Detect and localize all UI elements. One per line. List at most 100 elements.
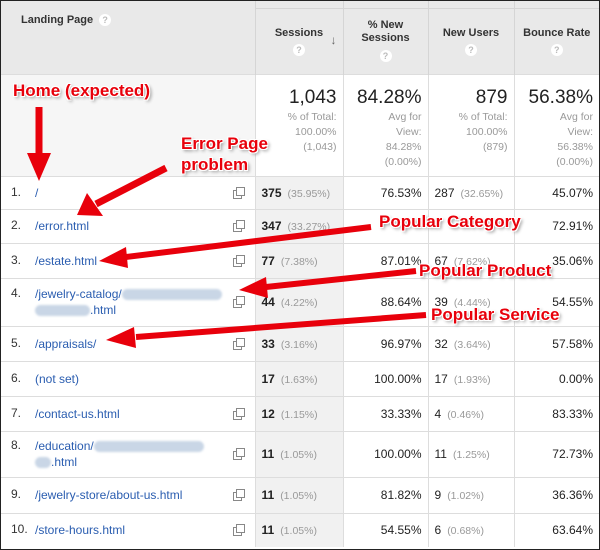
bounce-rate-cell: 72.91% [513, 208, 599, 243]
open-page-icon[interactable] [232, 254, 245, 267]
help-icon[interactable]: ? [99, 14, 112, 26]
bounce-rate-cell: 83.33% [513, 395, 599, 431]
table-row: 10. /store-hours.html 11 (1.05%) 54.55% 6(… [1, 512, 599, 547]
landing-page-cell: 9. /jewelry-store/about-us.html [1, 476, 255, 513]
header-sessions[interactable]: Sessions? ↓ [254, 1, 343, 74]
pct-new-sessions-cell: 100.00% [342, 360, 428, 396]
sessions-cell: 12 (1.15%) [254, 395, 343, 431]
pct-new-sessions-cell: 96.97% [342, 325, 428, 361]
new-users-cell: 17 (1.93%) [427, 360, 514, 396]
landing-page-cell: 3. /estate.html [1, 242, 255, 278]
help-icon[interactable]: ? [293, 44, 305, 56]
row-index: 4. [11, 286, 22, 300]
landing-page-cell: 2. /error.html [1, 208, 255, 243]
sessions-cell: 11 (1.05%) [254, 476, 343, 513]
new-users-cell: 4 (0.46%) [427, 395, 514, 431]
landing-page-link[interactable]: /estate.html [35, 253, 225, 269]
summary-sessions: 1,043% of Total: 100.00% (1,043) [254, 73, 343, 176]
bounce-rate-cell: 72.73% [513, 430, 599, 477]
row-index: 6. [11, 370, 22, 385]
table-row: 5. /appraisals/ 33 (3.16%) 96.97% 32 (3.64%… [1, 325, 599, 361]
sessions-cell: 11 (1.05%) [254, 430, 343, 477]
open-page-icon[interactable] [232, 337, 245, 350]
annotation-category: Popular Category [379, 212, 521, 231]
pct-new-sessions-cell: 76.53% [342, 175, 428, 209]
bounce-rate-cell: 0.00% [513, 360, 599, 396]
landing-page-link[interactable]: / [35, 185, 225, 201]
sessions-cell: 11 (1.05%) [254, 512, 343, 547]
sessions-cell: 17 (1.63%) [254, 360, 343, 396]
bounce-rate-cell: 45.07% [513, 175, 599, 209]
landing-page-link[interactable]: /contact-us.html [35, 406, 225, 422]
summary-new-users: 879% of Total: 100.00% (879) [427, 73, 514, 176]
annotation-product: Popular Product [419, 261, 552, 280]
row-index: 10. [11, 522, 28, 537]
header-new-users[interactable]: New Users? [427, 1, 514, 74]
open-page-icon[interactable] [232, 220, 245, 232]
landing-page-link[interactable]: /error.html [35, 218, 225, 234]
landing-page-link[interactable]: /jewelry-catalog/.html [35, 286, 225, 318]
landing-page-link[interactable]: /store-hours.html [35, 522, 225, 538]
help-icon[interactable]: ? [550, 44, 563, 56]
sessions-cell: 347 (33.27%) [254, 208, 343, 243]
row-index: 8. [11, 438, 22, 452]
sessions-cell: 77 (7.38%) [254, 242, 343, 278]
open-page-icon[interactable] [232, 524, 245, 537]
annotation-service: Popular Service [431, 305, 560, 324]
table-row: 9. /jewelry-store/about-us.html 11 (1.05%)… [1, 476, 599, 513]
pct-new-sessions-cell: 54.55% [342, 512, 428, 547]
row-index: 5. [11, 335, 22, 350]
open-page-icon[interactable] [232, 407, 245, 420]
table-row: 8. /education/.html 11 (1.05%) 100.00% 11(… [1, 430, 599, 477]
row-index: 7. [11, 405, 22, 420]
analytics-table-panel: Landing Page? Sessions? ↓ % New Sessions?… [0, 0, 600, 550]
table-row: 7. /contact-us.html 12 (1.15%) 33.33% 4 (0.… [1, 395, 599, 431]
annotation-error-line2: problem [181, 155, 249, 174]
landing-page-link[interactable]: /appraisals/ [35, 336, 225, 352]
open-page-icon[interactable] [232, 489, 245, 501]
landing-page-cell: 8. /education/.html [1, 430, 255, 477]
bounce-rate-cell: 63.64% [513, 512, 599, 547]
open-page-icon[interactable] [232, 448, 245, 460]
pct-new-sessions-cell: 100.00% [342, 430, 428, 477]
annotation-error-line1: Error Page [181, 134, 268, 153]
new-users-cell: 32 (3.64%) [427, 325, 514, 361]
landing-page-cell: 4. /jewelry-catalog/.html [1, 277, 255, 326]
bounce-rate-cell: 57.58% [513, 325, 599, 361]
row-index: 2. [11, 218, 22, 232]
landing-page-cell: 5. /appraisals/ [1, 325, 255, 361]
help-icon[interactable]: ? [379, 50, 392, 62]
sessions-cell: 33 (3.16%) [254, 325, 343, 361]
open-page-icon[interactable] [232, 296, 245, 308]
landing-page-cell: 7. /contact-us.html [1, 395, 255, 431]
pct-new-sessions-cell: 88.64% [342, 277, 428, 326]
row-index: 3. [11, 252, 22, 267]
table-row: 6. (not set) 17 (1.63%) 100.00% 17 (1.93%) … [1, 360, 599, 396]
new-users-cell: 6 (0.68%) [427, 512, 514, 547]
landing-page-cell: 6. (not set) [1, 360, 255, 396]
new-users-cell: 11 (1.25%) [427, 430, 514, 477]
header-pct-new-sessions[interactable]: % New Sessions? [342, 1, 428, 74]
sessions-cell: 375 (35.95%) [254, 175, 343, 209]
landing-page-link[interactable]: (not set) [35, 371, 225, 387]
landing-page-cell: 10. /store-hours.html [1, 512, 255, 547]
landing-page-link[interactable]: /jewelry-store/about-us.html [35, 487, 225, 503]
annotation-home: Home (expected) [13, 81, 150, 100]
help-icon[interactable]: ? [465, 44, 477, 56]
bounce-rate-cell: 36.36% [513, 476, 599, 513]
row-index: 1. [11, 184, 22, 199]
header-landing-page[interactable]: Landing Page? [1, 1, 255, 74]
landing-page-link[interactable]: /education/.html [35, 438, 225, 470]
sort-descending-icon[interactable]: ↓ [331, 33, 337, 47]
new-users-cell: 287 (32.65%) [427, 175, 514, 209]
pct-new-sessions-cell: 81.82% [342, 476, 428, 513]
summary-bounce: 56.38% Avg for View: 56.38% (0.00%) [513, 73, 599, 176]
pct-new-sessions-cell: 87.01% [342, 242, 428, 278]
table-row: 1. / 375 (35.95%) 76.53% 287 (32.65%) 45.07… [1, 175, 599, 209]
open-page-icon[interactable] [232, 186, 245, 199]
summary-pct-new: 84.28% Avg for View: 84.28% (0.00%) [342, 73, 428, 176]
new-users-cell: 9 (1.02%) [427, 476, 514, 513]
landing-page-cell: 1. / [1, 175, 255, 209]
header-bounce-rate[interactable]: Bounce Rate? [513, 1, 599, 74]
sessions-cell: 44 (4.22%) [254, 277, 343, 326]
